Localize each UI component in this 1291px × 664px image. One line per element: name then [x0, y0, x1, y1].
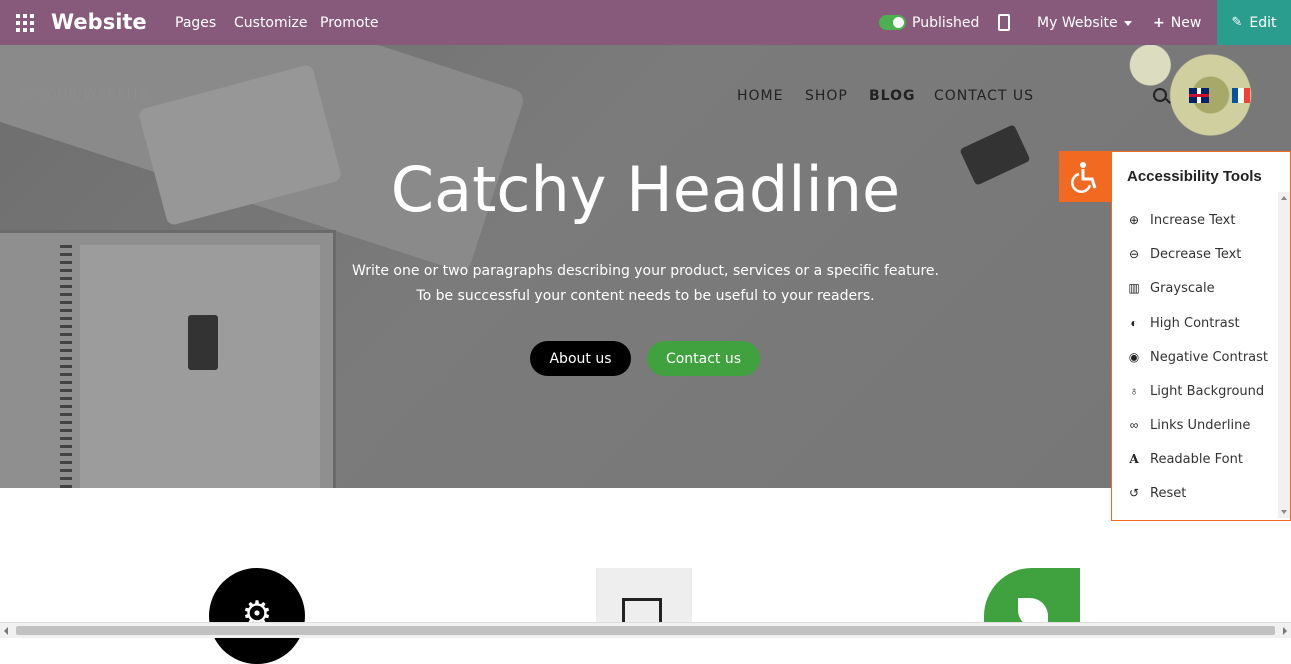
- lightbulb-icon: ♁: [1129, 384, 1139, 398]
- site-nav-blog[interactable]: BLOG: [869, 88, 916, 104]
- scroll-up-icon[interactable]: [1281, 196, 1287, 200]
- option-label: Increase Text: [1150, 212, 1236, 228]
- site-logo-text: YOUR WEBSITE: [37, 87, 150, 103]
- binder-clip-image: [188, 315, 218, 370]
- decrease-text-option[interactable]: ⊖ Decrease Text: [1127, 244, 1241, 264]
- accessibility-title: Accessibility Tools: [1127, 168, 1262, 185]
- zoom-in-icon: ⊕: [1128, 213, 1140, 227]
- menu-promote[interactable]: Promote: [320, 15, 379, 31]
- new-button-label: New: [1170, 15, 1202, 31]
- contrast-icon: ◐: [1130, 316, 1138, 330]
- apps-menu-icon[interactable]: [16, 14, 34, 32]
- light-background-option[interactable]: ♁ Light Background: [1127, 381, 1265, 401]
- reset-option[interactable]: ↺ Reset: [1127, 483, 1186, 503]
- zoom-out-icon: ⊖: [1128, 247, 1140, 261]
- pencil-icon: ✎: [1231, 15, 1243, 30]
- published-label: Published: [912, 15, 980, 31]
- fr-flag-icon[interactable]: [1232, 88, 1250, 103]
- scroll-left-icon[interactable]: [4, 627, 8, 635]
- increase-text-option[interactable]: ⊕ Increase Text: [1127, 210, 1235, 230]
- feature-image-tile: [596, 568, 692, 628]
- reset-icon: ↺: [1128, 486, 1140, 500]
- option-label: Light Background: [1150, 383, 1265, 399]
- accessibility-toggle-button[interactable]: [1059, 151, 1111, 202]
- published-toggle[interactable]: [879, 15, 906, 30]
- contact-us-button[interactable]: Contact us: [647, 341, 760, 376]
- globe-icon: ◍: [20, 87, 38, 103]
- feature-leaf-tile: [984, 568, 1080, 628]
- panel-scrollbar[interactable]: [1278, 192, 1290, 518]
- option-label: Negative Contrast: [1150, 349, 1269, 365]
- links-underline-option[interactable]: ∞ Links Underline: [1127, 415, 1251, 435]
- new-button[interactable]: + New: [1153, 15, 1201, 31]
- link-icon: ∞: [1129, 418, 1139, 432]
- option-label: Reset: [1150, 485, 1187, 501]
- mobile-preview-icon[interactable]: [998, 14, 1010, 31]
- high-contrast-option[interactable]: ◐ High Contrast: [1127, 313, 1240, 333]
- scroll-right-icon[interactable]: [1283, 627, 1287, 635]
- negative-contrast-option[interactable]: ◉ Negative Contrast: [1127, 347, 1268, 367]
- plus-icon: +: [1153, 15, 1165, 31]
- font-icon: A: [1129, 452, 1139, 466]
- website-selector-label: My Website: [1037, 15, 1118, 31]
- about-us-button[interactable]: About us: [530, 341, 631, 376]
- site-logo[interactable]: ◍ YOUR WEBSITE: [20, 87, 149, 103]
- option-label: Links Underline: [1150, 417, 1251, 433]
- option-label: High Contrast: [1150, 315, 1240, 331]
- admin-navbar: Website Pages Customize Promote Publishe…: [0, 0, 1291, 45]
- menu-pages[interactable]: Pages: [175, 15, 216, 31]
- accessibility-panel: Accessibility Tools ⊕ Increase Text ⊖ Decr…: [1111, 151, 1291, 521]
- menu-customize[interactable]: Customize: [234, 15, 308, 31]
- readable-font-option[interactable]: A Readable Font: [1127, 449, 1243, 469]
- edit-button[interactable]: ✎ Edit: [1217, 0, 1291, 45]
- website-selector[interactable]: My Website: [1037, 15, 1132, 31]
- uk-flag-icon[interactable]: [1189, 88, 1209, 103]
- eye-icon: ◉: [1128, 350, 1140, 364]
- wheelchair-icon: [1071, 161, 1097, 193]
- search-icon[interactable]: [1153, 88, 1167, 102]
- option-label: Decrease Text: [1150, 246, 1242, 262]
- option-label: Grayscale: [1150, 280, 1215, 296]
- scrollbar-thumb[interactable]: [16, 626, 1275, 635]
- hero-paragraph-line2: To be successful your content needs to b…: [416, 288, 875, 304]
- feature-gear-tile: ⚙: [209, 568, 305, 664]
- edit-button-label: Edit: [1249, 14, 1277, 31]
- chevron-down-icon: [1123, 20, 1132, 26]
- app-title: Website: [51, 10, 147, 34]
- site-nav-home[interactable]: HOME: [737, 88, 783, 104]
- spiral-binding-image: [60, 245, 72, 488]
- site-nav-shop[interactable]: SHOP: [805, 88, 848, 104]
- grayscale-option[interactable]: ▥ Grayscale: [1127, 278, 1215, 298]
- scroll-down-icon[interactable]: [1281, 510, 1287, 514]
- site-nav-contact[interactable]: CONTACT US: [934, 88, 1034, 104]
- option-label: Readable Font: [1150, 451, 1243, 467]
- horizontal-scrollbar[interactable]: [0, 622, 1291, 638]
- barcode-icon: ▥: [1128, 281, 1140, 295]
- hero-paragraph-line1: Write one or two paragraphs describing y…: [351, 263, 939, 279]
- hero-section: ◍ YOUR WEBSITE HOME SHOP BLOG CONTACT US…: [0, 45, 1291, 488]
